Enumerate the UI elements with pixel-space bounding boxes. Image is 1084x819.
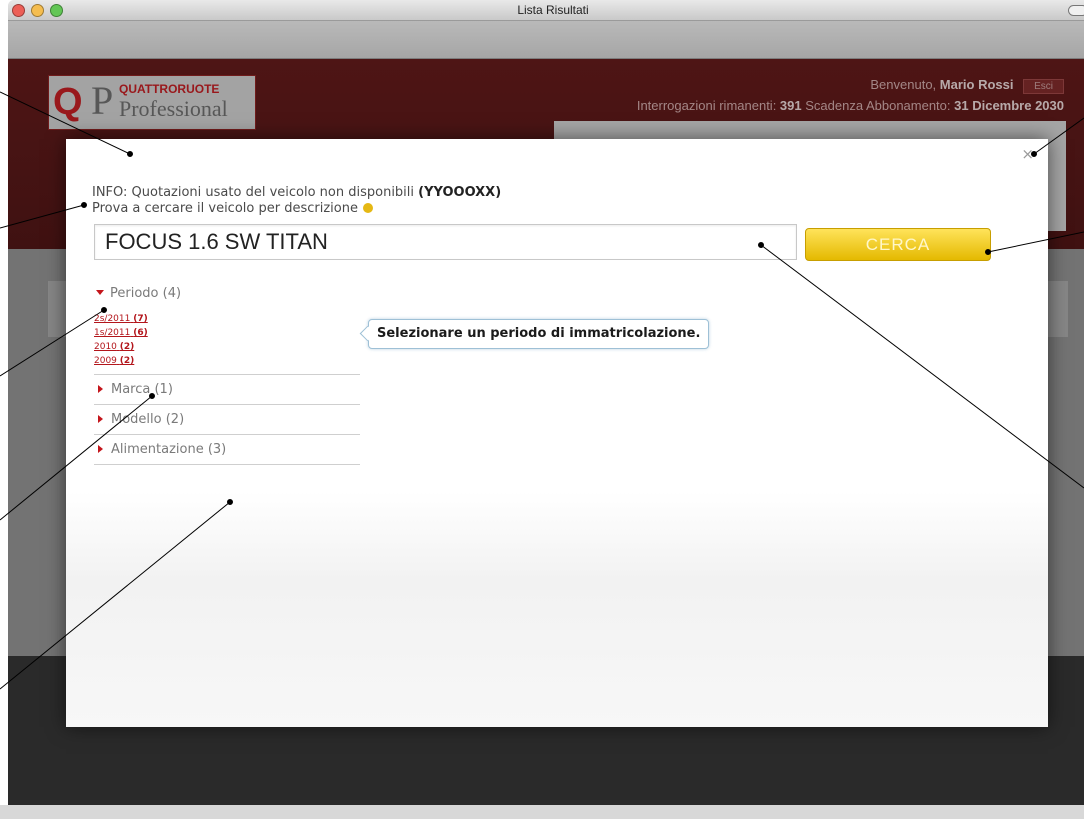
- period-option-count: (2): [119, 342, 135, 352]
- search-dialog: × INFO: Quotazioni usato del veicolo non…: [66, 139, 1048, 727]
- triangle-down-icon: [96, 290, 104, 295]
- filter-alimentazione[interactable]: Alimentazione (3): [94, 435, 360, 465]
- vehicle-search-input[interactable]: [94, 224, 797, 260]
- period-tooltip: Selezionare un periodo di immatricolazio…: [368, 319, 710, 349]
- triangle-right-icon: [98, 385, 103, 393]
- period-option-count: (7): [133, 314, 148, 324]
- period-option-label: 2010: [94, 342, 117, 352]
- filter-alimentazione-label: Alimentazione (3): [111, 442, 227, 457]
- period-option-label: 2009: [94, 356, 117, 366]
- periodo-options: 2s/2011 (7) 1s/2011 (6) 2010 (2) 2009 (2…: [94, 309, 360, 375]
- info-code: (YYOOOXX): [418, 185, 502, 200]
- period-option[interactable]: 2s/2011 (7): [94, 312, 360, 326]
- filter-modello[interactable]: Modello (2): [94, 405, 360, 435]
- window-title: Lista Risultati: [517, 3, 589, 17]
- close-icon[interactable]: ×: [1021, 145, 1034, 163]
- period-option[interactable]: 2009 (2): [94, 354, 360, 368]
- info-text: INFO: Quotazioni usato del veicolo non d…: [92, 185, 419, 200]
- filter-panel: Periodo (4) 2s/2011 (7) 1s/2011 (6) 2010…: [94, 279, 360, 465]
- triangle-right-icon: [98, 445, 103, 453]
- period-option[interactable]: 2010 (2): [94, 340, 360, 354]
- info-message: INFO: Quotazioni usato del veicolo non d…: [92, 185, 501, 200]
- triangle-right-icon: [98, 415, 103, 423]
- filter-marca-label: Marca (1): [111, 382, 173, 397]
- title-bar: Lista Risultati: [8, 0, 1084, 21]
- filter-periodo[interactable]: Periodo (4): [94, 279, 360, 309]
- period-option-count: (2): [119, 356, 135, 366]
- period-option[interactable]: 1s/2011 (6): [94, 326, 360, 340]
- hint-text: Prova a cercare il veicolo per descrizio…: [92, 201, 358, 216]
- search-button[interactable]: CERCA: [805, 228, 991, 261]
- period-option-count: (6): [133, 328, 148, 338]
- window-toolbar: [8, 21, 1084, 59]
- filter-modello-label: Modello (2): [111, 412, 185, 427]
- window-bottom-bar: [0, 805, 1084, 819]
- toolbar-toggle-button[interactable]: [1068, 5, 1084, 16]
- period-option-label: 1s/2011: [94, 328, 131, 338]
- filter-marca[interactable]: Marca (1): [94, 375, 360, 405]
- period-option-label: 2s/2011: [94, 314, 131, 324]
- help-icon[interactable]: [362, 203, 373, 213]
- hint-message: Prova a cercare il veicolo per descrizio…: [92, 201, 373, 216]
- filter-periodo-label: Periodo (4): [110, 286, 182, 301]
